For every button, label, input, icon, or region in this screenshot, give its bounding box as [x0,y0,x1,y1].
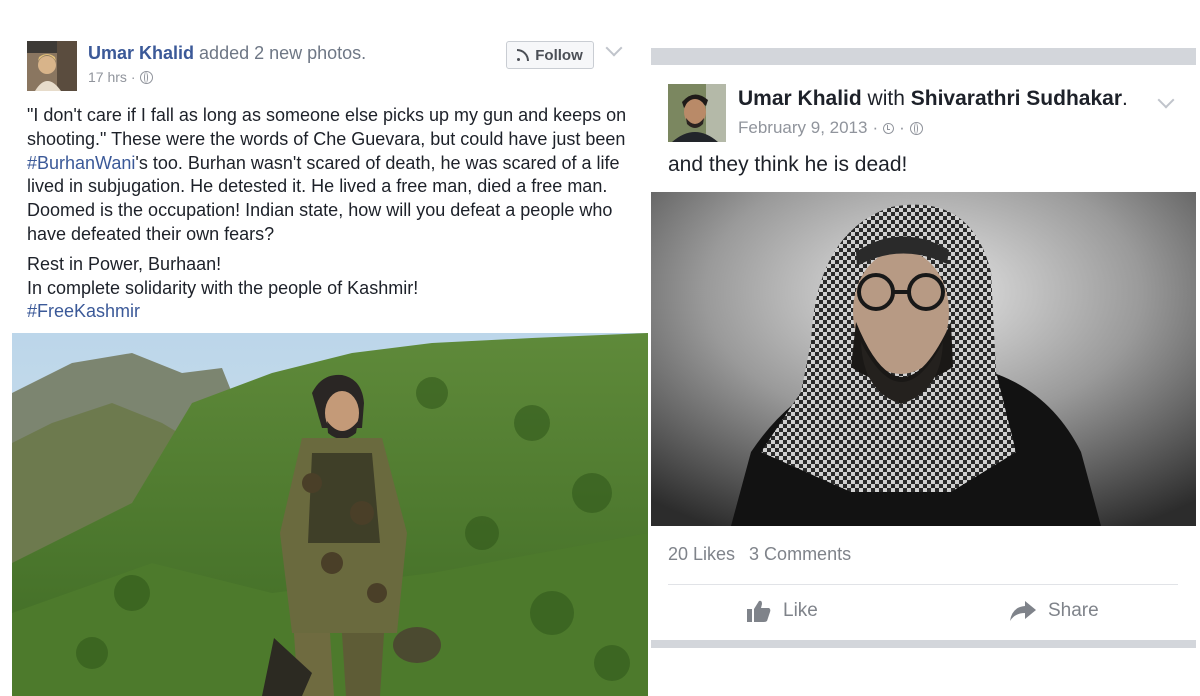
share-label: Share [1048,600,1099,621]
right-post: Umar Khalid with Shivarathri Sudhakar. F… [651,48,1196,648]
post-body: "I don't care if I fall as long as someo… [27,104,627,324]
hashtag-link[interactable]: #FreeKashmir [27,300,627,324]
tagged-name[interactable]: Shivarathri Sudhakar [911,87,1122,110]
separator: · [872,118,879,137]
author-avatar[interactable] [668,84,726,142]
separator: · [130,69,136,85]
post-action: added 2 new photos. [199,43,367,63]
post-photo[interactable] [651,192,1196,526]
follow-label: Follow [535,46,583,64]
post-text-quote: "I don't care if I fall as long as someo… [27,105,627,149]
feed-divider-bottom [651,640,1196,648]
like-button[interactable]: Like [747,600,818,622]
divider [668,584,1178,585]
feed-divider-top [651,48,1196,65]
separator: · [899,118,905,137]
post-line: In complete solidarity with the people o… [27,277,419,298]
like-label: Like [783,600,818,621]
header-period: . [1122,87,1128,110]
likes-count[interactable]: 20 Likes [668,544,735,565]
post-text: and they think he is dead! [668,153,908,176]
author-avatar[interactable] [27,41,77,91]
with-word: with [867,87,905,110]
author-name[interactable]: Umar Khalid [88,43,194,63]
post-header: Umar Khalid added 2 new photos. [88,43,366,64]
post-line: Rest in Power, Burhaan! [27,253,222,274]
post-paragraph: "I don't care if I fall as long as someo… [27,104,627,247]
clock-icon [883,122,895,134]
left-post: Umar Khalid added 2 new photos. 17 hrs ·… [0,0,648,696]
engagement-stats: 20 Likes 3 Comments [668,544,851,565]
comments-count[interactable]: 3 Comments [749,544,851,565]
post-date[interactable]: February 9, 2013 [738,118,867,138]
timestamp[interactable]: 17 hrs [88,69,127,85]
post-header: Umar Khalid with Shivarathri Sudhakar. [738,87,1128,111]
globe-icon[interactable] [139,70,153,84]
post-meta: 17 hrs · [88,69,153,85]
chevron-down-icon[interactable] [605,39,623,57]
post-meta: February 9, 2013 · · [738,118,923,138]
post-photo[interactable] [12,333,648,696]
rss-icon [517,49,530,61]
thumbs-up-icon [747,600,771,622]
globe-icon[interactable] [909,121,923,135]
share-button[interactable]: Share [1010,600,1099,622]
follow-button[interactable]: Follow [506,41,594,69]
share-arrow-icon [1010,601,1036,621]
hashtag-link[interactable]: #BurhanWani [27,153,135,173]
chevron-down-icon[interactable] [1157,91,1175,109]
author-name[interactable]: Umar Khalid [738,87,862,110]
